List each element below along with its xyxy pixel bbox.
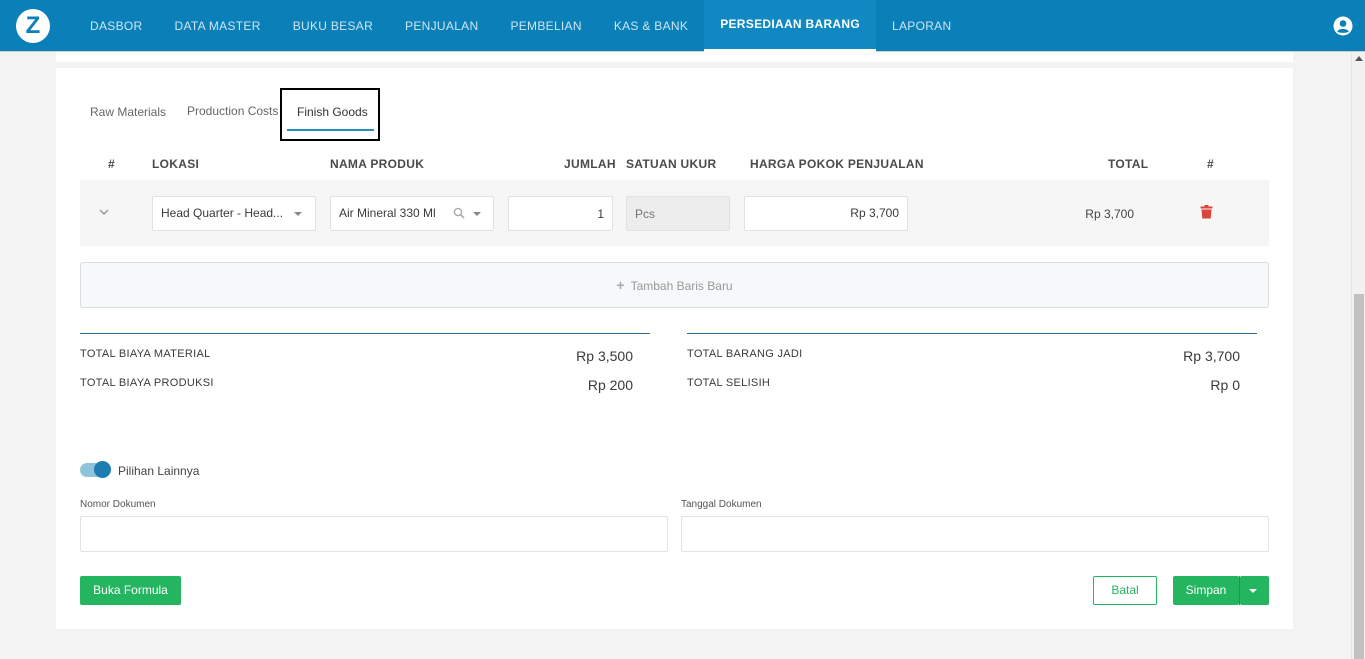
produk-select[interactable]: Air Mineral 330 Ml	[330, 196, 494, 231]
total-barang-jadi-label: TOTAL BARANG JADI	[687, 348, 803, 360]
scroll-up-icon[interactable]	[1355, 56, 1363, 61]
col-header-index: #	[108, 157, 115, 171]
user-account-icon[interactable]	[1333, 16, 1353, 36]
col-header-satuan-ukur: SATUAN UKUR	[626, 157, 717, 171]
col-header-lokasi: LOKASI	[152, 157, 200, 171]
lokasi-select[interactable]: Head Quarter - Head...	[152, 196, 316, 231]
add-row-label: Tambah Baris Baru	[630, 279, 733, 293]
tab-raw-materials[interactable]: Raw Materials	[90, 105, 166, 119]
simpan-button[interactable]: Simpan	[1173, 576, 1239, 605]
summary-right-divider	[687, 333, 1257, 334]
search-icon[interactable]	[453, 207, 465, 219]
toggle-knob	[94, 461, 111, 478]
nav-dasbor[interactable]: DASBOR	[74, 0, 158, 52]
simpan-split-divider	[1239, 576, 1240, 605]
row-total: Rp 3,700	[1085, 207, 1134, 221]
page-scrollbar[interactable]	[1351, 52, 1365, 659]
col-header-total: TOTAL	[1108, 157, 1149, 171]
total-biaya-produksi-value: Rp 200	[587, 377, 633, 393]
nav-kas-bank[interactable]: KAS & BANK	[598, 0, 704, 52]
main-nav: DASBOR DATA MASTER BUKU BESAR PENJUALAN …	[74, 0, 967, 52]
tab-finish-goods-container[interactable]: Finish Goods	[280, 88, 380, 141]
chevron-down-icon[interactable]	[99, 207, 109, 217]
total-biaya-material-value: Rp 3,500	[576, 348, 633, 364]
buka-formula-button[interactable]: Buka Formula	[80, 576, 181, 605]
trash-icon[interactable]	[1200, 205, 1213, 219]
produk-caret-icon	[473, 212, 481, 216]
col-header-harga-pokok: HARGA POKOK PENJUALAN	[750, 157, 924, 171]
card-top-strip	[56, 52, 1293, 62]
nomor-dokumen-label: Nomor Dokumen	[80, 499, 156, 510]
tab-finish-goods[interactable]: Finish Goods	[297, 105, 368, 119]
tab-production-costs[interactable]: Production Costs	[187, 104, 278, 118]
total-barang-jadi-value: Rp 3,700	[1183, 348, 1240, 364]
pilihan-lainnya-toggle[interactable]	[80, 461, 111, 478]
col-header-jumlah: JUMLAH	[564, 157, 616, 171]
pilihan-lainnya-label: Pilihan Lainnya	[118, 464, 200, 478]
produk-value: Air Mineral 330 Ml	[339, 206, 436, 220]
app-logo[interactable]: Z	[16, 9, 50, 43]
add-row-button[interactable]: + Tambah Baris Baru	[80, 262, 1269, 308]
tanggal-dokumen-input[interactable]	[681, 516, 1269, 552]
total-selisih-label: TOTAL SELISIH	[687, 377, 771, 389]
nav-buku-besar[interactable]: BUKU BESAR	[277, 0, 389, 52]
col-header-nama-produk: NAMA PRODUK	[330, 157, 425, 171]
nomor-dokumen-input[interactable]	[80, 516, 668, 552]
lokasi-caret-icon	[294, 212, 302, 216]
satuan-input	[626, 196, 730, 231]
lokasi-value: Head Quarter - Head...	[161, 206, 284, 220]
col-header-action: #	[1207, 157, 1214, 171]
harga-input[interactable]: Rp 3,700	[744, 196, 908, 231]
total-biaya-material-label: TOTAL BIAYA MATERIAL	[80, 348, 211, 360]
tanggal-dokumen-label: Tanggal Dokumen	[681, 499, 762, 510]
top-navbar: Z DASBOR DATA MASTER BUKU BESAR PENJUALA…	[0, 0, 1365, 52]
total-selisih-value: Rp 0	[1210, 377, 1240, 393]
nav-pembelian[interactable]: PEMBELIAN	[494, 0, 597, 52]
caret-down-icon	[1249, 589, 1257, 593]
nav-persediaan-barang[interactable]: PERSEDIAAN BARANG	[704, 0, 876, 52]
scroll-thumb[interactable]	[1354, 294, 1364, 659]
nav-penjualan[interactable]: PENJUALAN	[389, 0, 494, 52]
total-biaya-produksi-label: TOTAL BIAYA PRODUKSI	[80, 377, 214, 389]
jumlah-input[interactable]	[508, 196, 613, 231]
active-tab-indicator	[287, 129, 374, 131]
batal-button[interactable]: Batal	[1093, 576, 1157, 605]
nav-laporan[interactable]: LAPORAN	[876, 0, 967, 52]
summary-left-divider	[80, 333, 650, 334]
plus-icon: +	[616, 277, 625, 293]
nav-data-master[interactable]: DATA MASTER	[158, 0, 276, 52]
harga-value: Rp 3,700	[850, 206, 899, 220]
